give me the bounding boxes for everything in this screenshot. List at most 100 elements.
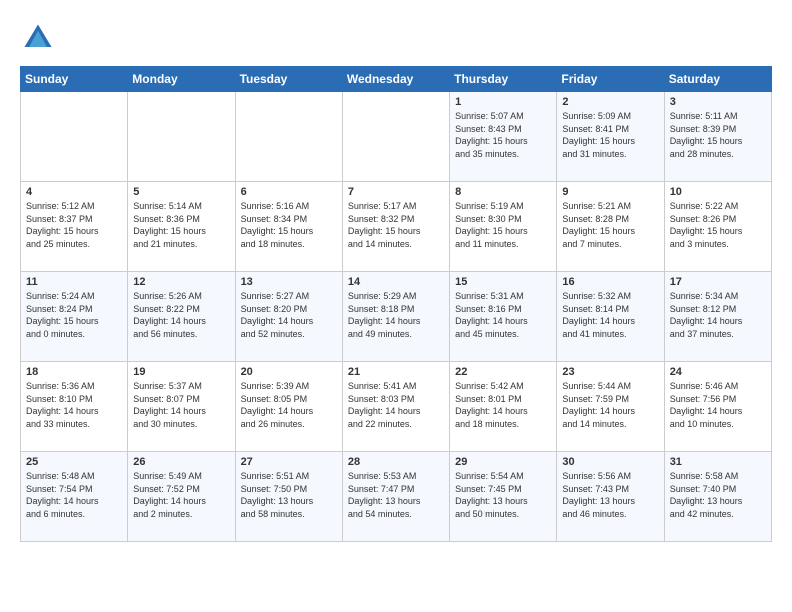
day-number: 9	[562, 186, 658, 198]
calendar-cell: 12Sunrise: 5:26 AM Sunset: 8:22 PM Dayli…	[128, 272, 235, 362]
day-number: 15	[455, 276, 551, 288]
calendar-cell: 16 Sunrise: 5:32 AM Sunset: 8:14 PM Dayli…	[557, 272, 664, 362]
calendar-week-1: 1 Sunrise: 5:07 AM Sunset: 8:43 PM Daylig…	[21, 92, 772, 182]
day-number: 8	[455, 186, 551, 198]
calendar-cell: 25 Sunrise: 5:48 AM Sunset: 7:54 PM Dayli…	[21, 452, 128, 542]
day-number: 21	[348, 366, 444, 378]
weekday-header-saturday: Saturday	[664, 67, 771, 92]
day-number: 27	[241, 456, 337, 468]
day-info: Sunrise: 5:51 AM Sunset: 7:50 PM Dayligh…	[241, 470, 337, 520]
calendar-cell	[128, 92, 235, 182]
calendar-cell	[342, 92, 449, 182]
day-info: Sunrise: 5:29 AM Sunset: 8:18 PM Dayligh…	[348, 290, 444, 340]
day-info: Sunrise: 5:34 AM Sunset: 8:12 PM Dayligh…	[670, 290, 766, 340]
calendar-cell	[235, 92, 342, 182]
day-number: 26	[133, 456, 229, 468]
calendar-week-5: 25 Sunrise: 5:48 AM Sunset: 7:54 PM Dayli…	[21, 452, 772, 542]
day-info: Sunrise: 5:24 AM Sunset: 8:24 PM Dayligh…	[26, 290, 122, 340]
day-info: Sunrise: 5:36 AM Sunset: 8:10 PM Dayligh…	[26, 380, 122, 430]
day-info: Sunrise: 5:19 AM Sunset: 8:30 PM Dayligh…	[455, 200, 551, 250]
calendar-cell: 17 Sunrise: 5:34 AM Sunset: 8:12 PM Dayli…	[664, 272, 771, 362]
day-number: 25	[26, 456, 122, 468]
calendar-cell: 2 Sunrise: 5:09 AM Sunset: 8:41 PM Daylig…	[557, 92, 664, 182]
calendar-cell: 27 Sunrise: 5:51 AM Sunset: 7:50 PM Dayli…	[235, 452, 342, 542]
day-info: Sunrise: 5:09 AM Sunset: 8:41 PM Dayligh…	[562, 110, 658, 160]
calendar-cell: 13 Sunrise: 5:27 AM Sunset: 8:20 PM Dayli…	[235, 272, 342, 362]
day-info: Sunrise: 5:56 AM Sunset: 7:43 PM Dayligh…	[562, 470, 658, 520]
weekday-header-sunday: Sunday	[21, 67, 128, 92]
weekday-header-thursday: Thursday	[450, 67, 557, 92]
day-info: Sunrise: 5:22 AM Sunset: 8:26 PM Dayligh…	[670, 200, 766, 250]
calendar-cell: 24 Sunrise: 5:46 AM Sunset: 7:56 PM Dayli…	[664, 362, 771, 452]
calendar-cell: 31 Sunrise: 5:58 AM Sunset: 7:40 PM Dayli…	[664, 452, 771, 542]
page-header	[20, 20, 772, 56]
day-number: 13	[241, 276, 337, 288]
day-number: 1	[455, 96, 551, 108]
calendar-cell: 4Sunrise: 5:12 AM Sunset: 8:37 PM Daylig…	[21, 182, 128, 272]
calendar-cell: 8 Sunrise: 5:19 AM Sunset: 8:30 PM Daylig…	[450, 182, 557, 272]
day-info: Sunrise: 5:49 AM Sunset: 7:52 PM Dayligh…	[133, 470, 229, 520]
day-number: 19	[133, 366, 229, 378]
calendar-cell	[21, 92, 128, 182]
day-number: 2	[562, 96, 658, 108]
day-number: 18	[26, 366, 122, 378]
weekday-header-row: SundayMondayTuesdayWednesdayThursdayFrid…	[21, 67, 772, 92]
day-number: 14	[348, 276, 444, 288]
day-info: Sunrise: 5:21 AM Sunset: 8:28 PM Dayligh…	[562, 200, 658, 250]
calendar-cell: 19 Sunrise: 5:37 AM Sunset: 8:07 PM Dayli…	[128, 362, 235, 452]
day-number: 17	[670, 276, 766, 288]
day-info: Sunrise: 5:53 AM Sunset: 7:47 PM Dayligh…	[348, 470, 444, 520]
day-info: Sunrise: 5:11 AM Sunset: 8:39 PM Dayligh…	[670, 110, 766, 160]
logo-icon	[20, 20, 56, 56]
calendar-cell: 5Sunrise: 5:14 AM Sunset: 8:36 PM Daylig…	[128, 182, 235, 272]
day-number: 10	[670, 186, 766, 198]
day-number: 30	[562, 456, 658, 468]
calendar-cell: 18 Sunrise: 5:36 AM Sunset: 8:10 PM Dayli…	[21, 362, 128, 452]
calendar-cell: 20Sunrise: 5:39 AM Sunset: 8:05 PM Dayli…	[235, 362, 342, 452]
calendar-week-3: 11 Sunrise: 5:24 AM Sunset: 8:24 PM Dayli…	[21, 272, 772, 362]
calendar-cell: 1 Sunrise: 5:07 AM Sunset: 8:43 PM Daylig…	[450, 92, 557, 182]
calendar-cell: 7 Sunrise: 5:17 AM Sunset: 8:32 PM Daylig…	[342, 182, 449, 272]
calendar-cell: 29Sunrise: 5:54 AM Sunset: 7:45 PM Dayli…	[450, 452, 557, 542]
calendar-week-4: 18 Sunrise: 5:36 AM Sunset: 8:10 PM Dayli…	[21, 362, 772, 452]
day-number: 6	[241, 186, 337, 198]
weekday-header-friday: Friday	[557, 67, 664, 92]
calendar-cell: 6 Sunrise: 5:16 AM Sunset: 8:34 PM Daylig…	[235, 182, 342, 272]
day-info: Sunrise: 5:17 AM Sunset: 8:32 PM Dayligh…	[348, 200, 444, 250]
calendar-cell: 23Sunrise: 5:44 AM Sunset: 7:59 PM Dayli…	[557, 362, 664, 452]
calendar-cell: 30 Sunrise: 5:56 AM Sunset: 7:43 PM Dayli…	[557, 452, 664, 542]
calendar-cell: 26 Sunrise: 5:49 AM Sunset: 7:52 PM Dayli…	[128, 452, 235, 542]
day-info: Sunrise: 5:16 AM Sunset: 8:34 PM Dayligh…	[241, 200, 337, 250]
day-number: 24	[670, 366, 766, 378]
day-info: Sunrise: 5:41 AM Sunset: 8:03 PM Dayligh…	[348, 380, 444, 430]
day-info: Sunrise: 5:48 AM Sunset: 7:54 PM Dayligh…	[26, 470, 122, 520]
calendar-cell: 22Sunrise: 5:42 AM Sunset: 8:01 PM Dayli…	[450, 362, 557, 452]
calendar-cell: 3Sunrise: 5:11 AM Sunset: 8:39 PM Daylig…	[664, 92, 771, 182]
calendar-cell: 21 Sunrise: 5:41 AM Sunset: 8:03 PM Dayli…	[342, 362, 449, 452]
calendar-cell: 28Sunrise: 5:53 AM Sunset: 7:47 PM Dayli…	[342, 452, 449, 542]
day-info: Sunrise: 5:39 AM Sunset: 8:05 PM Dayligh…	[241, 380, 337, 430]
calendar-cell: 11 Sunrise: 5:24 AM Sunset: 8:24 PM Dayli…	[21, 272, 128, 362]
calendar-week-2: 4Sunrise: 5:12 AM Sunset: 8:37 PM Daylig…	[21, 182, 772, 272]
day-number: 29	[455, 456, 551, 468]
day-number: 11	[26, 276, 122, 288]
day-info: Sunrise: 5:26 AM Sunset: 8:22 PM Dayligh…	[133, 290, 229, 340]
day-number: 7	[348, 186, 444, 198]
day-info: Sunrise: 5:07 AM Sunset: 8:43 PM Dayligh…	[455, 110, 551, 160]
day-number: 4	[26, 186, 122, 198]
logo	[20, 20, 62, 56]
day-number: 31	[670, 456, 766, 468]
weekday-header-monday: Monday	[128, 67, 235, 92]
weekday-header-wednesday: Wednesday	[342, 67, 449, 92]
calendar-table: SundayMondayTuesdayWednesdayThursdayFrid…	[20, 66, 772, 542]
day-number: 16	[562, 276, 658, 288]
day-info: Sunrise: 5:44 AM Sunset: 7:59 PM Dayligh…	[562, 380, 658, 430]
day-info: Sunrise: 5:58 AM Sunset: 7:40 PM Dayligh…	[670, 470, 766, 520]
day-info: Sunrise: 5:46 AM Sunset: 7:56 PM Dayligh…	[670, 380, 766, 430]
calendar-cell: 10 Sunrise: 5:22 AM Sunset: 8:26 PM Dayli…	[664, 182, 771, 272]
day-info: Sunrise: 5:32 AM Sunset: 8:14 PM Dayligh…	[562, 290, 658, 340]
calendar-cell: 14 Sunrise: 5:29 AM Sunset: 8:18 PM Dayli…	[342, 272, 449, 362]
day-info: Sunrise: 5:27 AM Sunset: 8:20 PM Dayligh…	[241, 290, 337, 340]
day-info: Sunrise: 5:37 AM Sunset: 8:07 PM Dayligh…	[133, 380, 229, 430]
day-number: 5	[133, 186, 229, 198]
